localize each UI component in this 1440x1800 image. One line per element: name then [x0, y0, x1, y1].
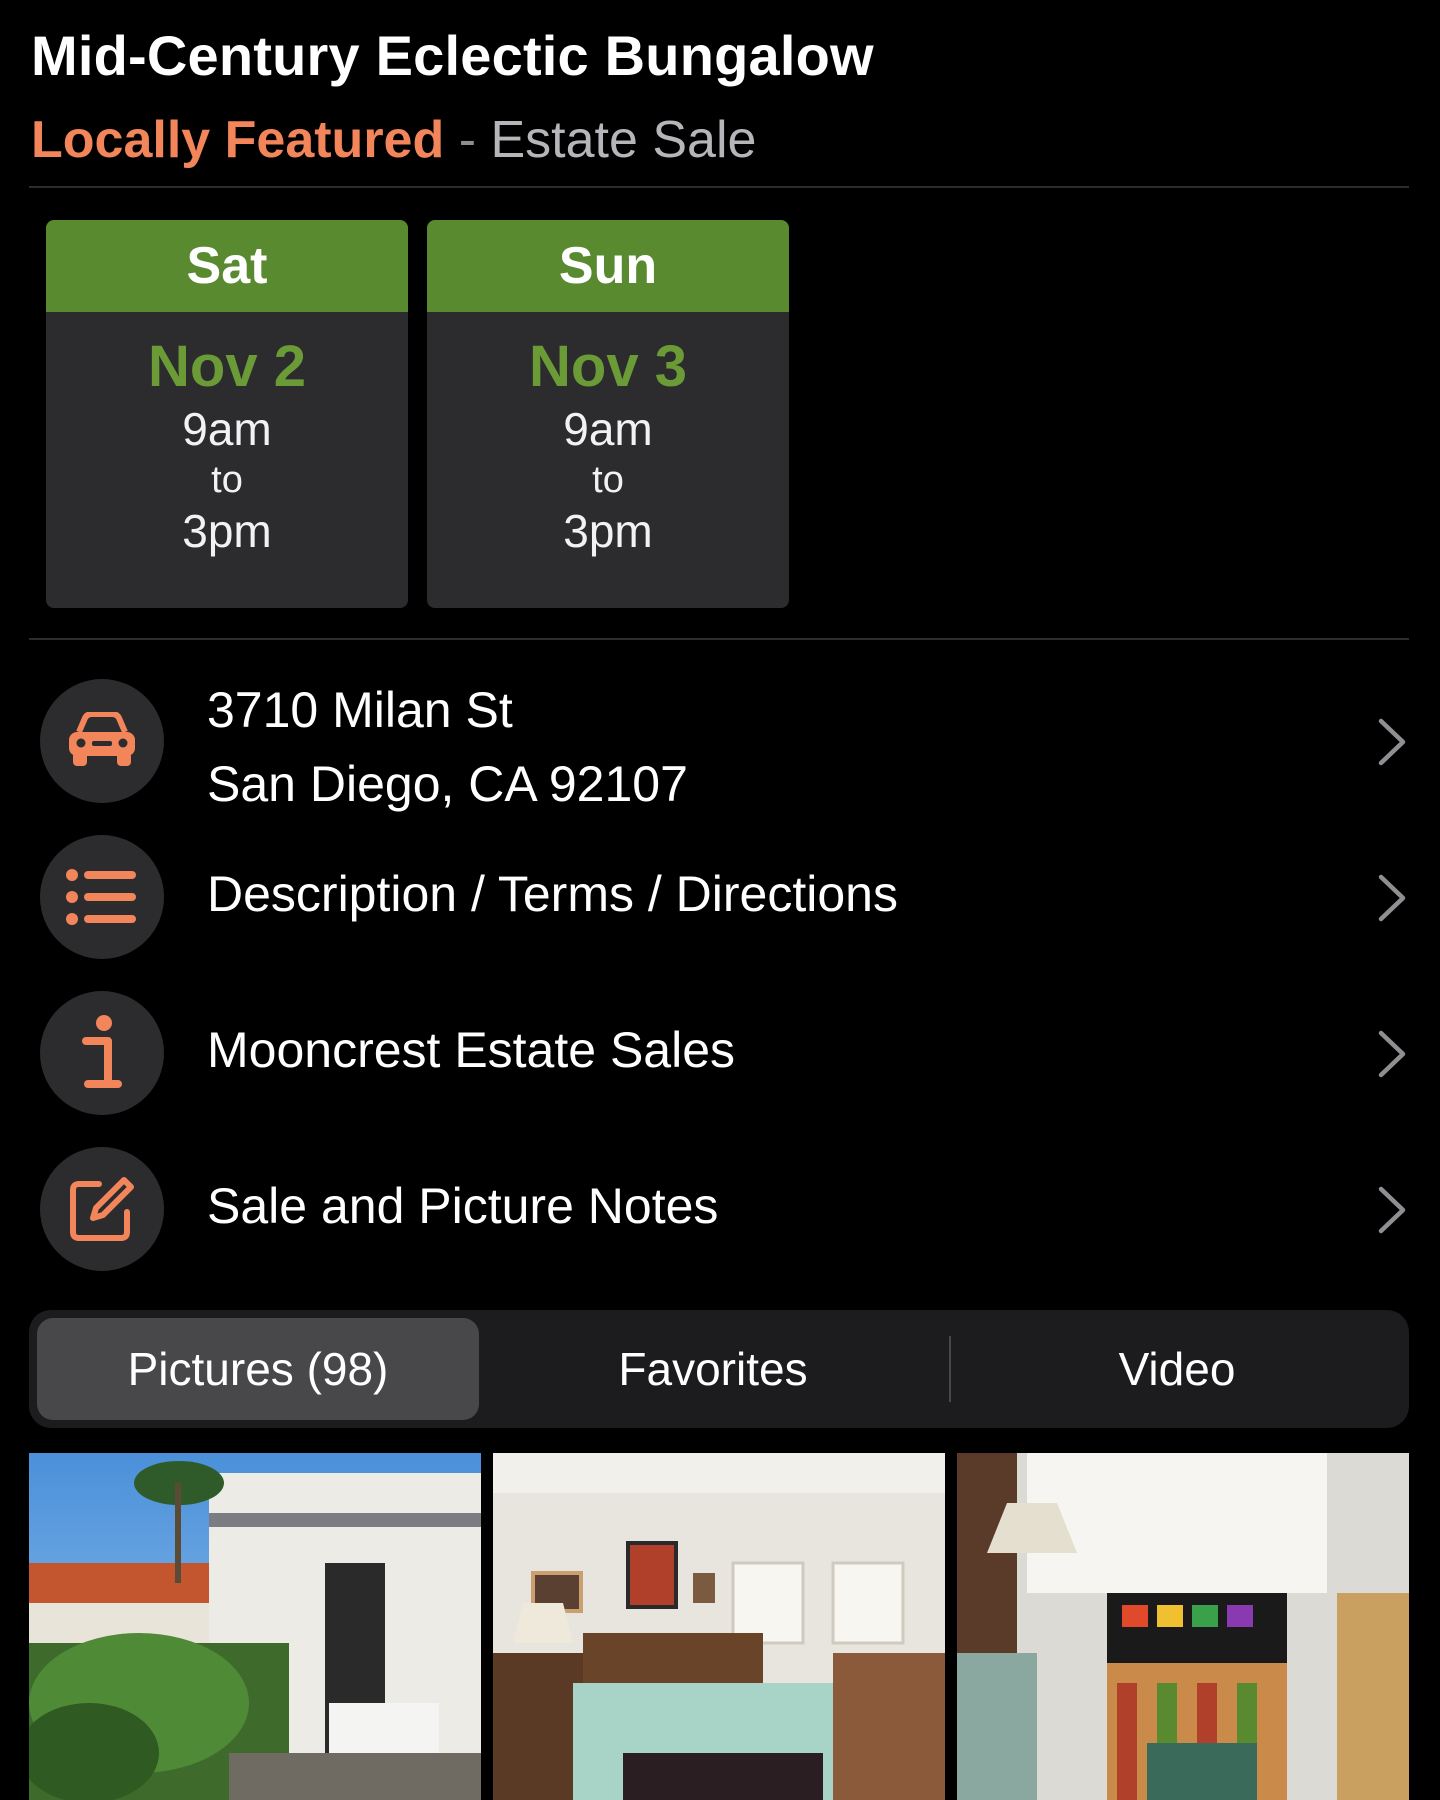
company-row[interactable]: Mooncrest Estate Sales: [0, 991, 1440, 1115]
day-start-time: 9am: [563, 403, 653, 455]
company-name: Mooncrest Estate Sales: [207, 1022, 736, 1078]
edit-icon: [40, 1147, 164, 1271]
tab-divider: [949, 1336, 951, 1402]
day-card-sunday: Sun Nov 3 9am to 3pm: [427, 220, 789, 608]
media-tabs: Pictures (98) Favorites Video: [29, 1310, 1409, 1428]
list-icon: [40, 835, 164, 959]
photo-thumbnail-armchair[interactable]: [957, 1453, 1409, 1800]
day-start-time: 9am: [182, 403, 272, 455]
chevron-right-icon: [1378, 1186, 1406, 1234]
subtitle-separator: -: [458, 111, 477, 169]
listing-subtitle: Locally Featured - Estate Sale: [31, 108, 756, 172]
featured-label: Locally Featured: [31, 111, 445, 169]
day-end-time: 3pm: [182, 505, 272, 557]
address-line2: San Diego, CA 92107: [207, 756, 688, 812]
divider: [29, 638, 1409, 640]
day-to-label: to: [592, 459, 624, 501]
day-end-time: 3pm: [563, 505, 653, 557]
chevron-right-icon: [1378, 874, 1406, 922]
chevron-right-icon: [1378, 1030, 1406, 1078]
photo-thumbnail-bedroom[interactable]: [493, 1453, 945, 1800]
chevron-right-icon: [1378, 718, 1406, 766]
day-weekday: Sat: [46, 220, 408, 312]
day-to-label: to: [211, 459, 243, 501]
info-icon: [40, 991, 164, 1115]
notes-label: Sale and Picture Notes: [207, 1178, 719, 1234]
listing-title: Mid-Century Eclectic Bungalow: [31, 24, 874, 87]
day-weekday: Sun: [427, 220, 789, 312]
day-date: Nov 2: [148, 334, 306, 399]
car-icon: [40, 679, 164, 803]
day-date: Nov 3: [529, 334, 687, 399]
tab-pictures[interactable]: Pictures (98): [37, 1318, 479, 1420]
address-line1: 3710 Milan St: [207, 682, 513, 738]
description-row[interactable]: Description / Terms / Directions: [0, 835, 1440, 959]
sale-type: Estate Sale: [490, 111, 757, 169]
tab-video[interactable]: Video: [953, 1318, 1401, 1420]
photo-thumbnail-exterior[interactable]: [29, 1453, 481, 1800]
day-card-saturday: Sat Nov 2 9am to 3pm: [46, 220, 408, 608]
notes-row[interactable]: Sale and Picture Notes: [0, 1147, 1440, 1271]
address-row[interactable]: 3710 Milan St San Diego, CA 92107: [0, 679, 1440, 812]
description-label: Description / Terms / Directions: [207, 866, 898, 922]
address-text: 3710 Milan St San Diego, CA 92107: [207, 673, 688, 821]
divider: [29, 186, 1409, 188]
tab-favorites[interactable]: Favorites: [491, 1318, 935, 1420]
